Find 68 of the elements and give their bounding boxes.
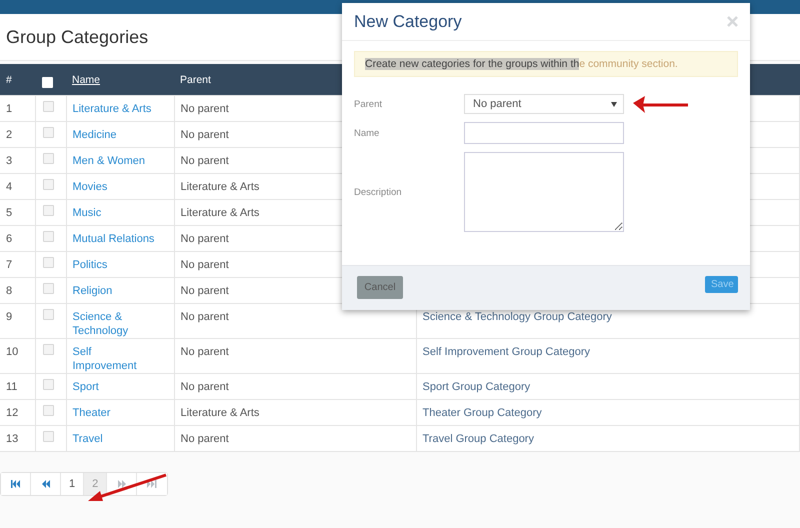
row-checkbox[interactable] [42, 153, 54, 164]
row-number: 2 [6, 129, 12, 141]
table-cell: No parent [180, 285, 229, 297]
cancel-button[interactable]: Cancel [357, 276, 403, 299]
parent-dropdown[interactable]: No parent [464, 94, 624, 114]
description-textarea[interactable] [464, 152, 624, 232]
column-header: Parent [180, 74, 211, 86]
row-number: 8 [6, 285, 12, 297]
close-icon[interactable] [727, 16, 738, 27]
page-title: Group Categories [6, 26, 148, 48]
table-cell: No parent [180, 381, 229, 393]
table-cell: Literature & Arts [180, 407, 260, 419]
row-number: 3 [6, 155, 12, 167]
row-checkbox[interactable] [42, 257, 54, 268]
table-cell: Sport Group Category [422, 381, 530, 393]
row-checkbox[interactable] [42, 309, 54, 320]
table-cell: Theater Group Category [422, 407, 542, 419]
page-button[interactable]: 2 [84, 473, 108, 495]
first-page-icon [10, 480, 20, 488]
table-cell: No parent [180, 433, 229, 445]
table-cell: No parent [180, 346, 229, 358]
row-number: 11 [6, 381, 18, 393]
table-cell: No parent [180, 155, 229, 167]
row-number: 12 [6, 407, 18, 419]
row-number: 1 [6, 103, 12, 115]
next-page-icon [118, 480, 126, 488]
row-checkbox[interactable] [42, 231, 54, 242]
table-cell: Travel Group Category [422, 433, 534, 445]
row-number: 4 [6, 181, 12, 193]
row-checkbox[interactable] [42, 344, 54, 355]
table-cell: Literature & Arts [180, 181, 260, 193]
dialog-title: New Category [354, 12, 462, 32]
row-number: 5 [6, 207, 12, 219]
annotation-arrow [632, 96, 690, 114]
row-number: 6 [6, 233, 12, 245]
first-page-button[interactable] [1, 473, 31, 495]
row-checkbox[interactable] [42, 101, 54, 112]
table-cell: No parent [180, 311, 229, 323]
info-alert: Create new categories for the groups within the community section. [354, 51, 738, 77]
table-cell: No parent [180, 233, 229, 245]
field-label: Parent [354, 98, 383, 110]
field-label: Description [354, 186, 403, 198]
last-page-icon [147, 480, 158, 488]
select-all-checkbox[interactable] [42, 76, 53, 88]
table-cell: No parent [180, 259, 229, 271]
name-input-field[interactable] [464, 122, 624, 144]
table-cell: Literature & Arts [180, 207, 260, 219]
row-number: 7 [6, 259, 12, 271]
table-cell: No parent [180, 129, 229, 141]
row-number: 13 [6, 433, 18, 445]
row-checkbox[interactable] [42, 127, 54, 138]
row-checkbox[interactable] [42, 379, 54, 390]
row-checkbox[interactable] [42, 205, 54, 216]
table-cell: No parent [180, 103, 229, 115]
table-cell: Science & Technology Group Category [422, 311, 612, 323]
field-label: Name [354, 128, 380, 138]
row-checkbox[interactable] [42, 405, 54, 416]
column-header: # [6, 74, 12, 86]
column-header[interactable]: Name [72, 74, 100, 86]
table-cell: Self Improvement Group Category [422, 346, 590, 358]
row-number: 10 [6, 346, 18, 358]
save-button[interactable]: Save [705, 276, 738, 293]
previous-page-icon [42, 480, 50, 488]
row-checkbox[interactable] [42, 283, 54, 294]
row-checkbox[interactable] [42, 179, 54, 190]
row-number: 9 [6, 311, 12, 323]
caret-icon [611, 102, 617, 106]
row-checkbox[interactable] [42, 431, 54, 442]
